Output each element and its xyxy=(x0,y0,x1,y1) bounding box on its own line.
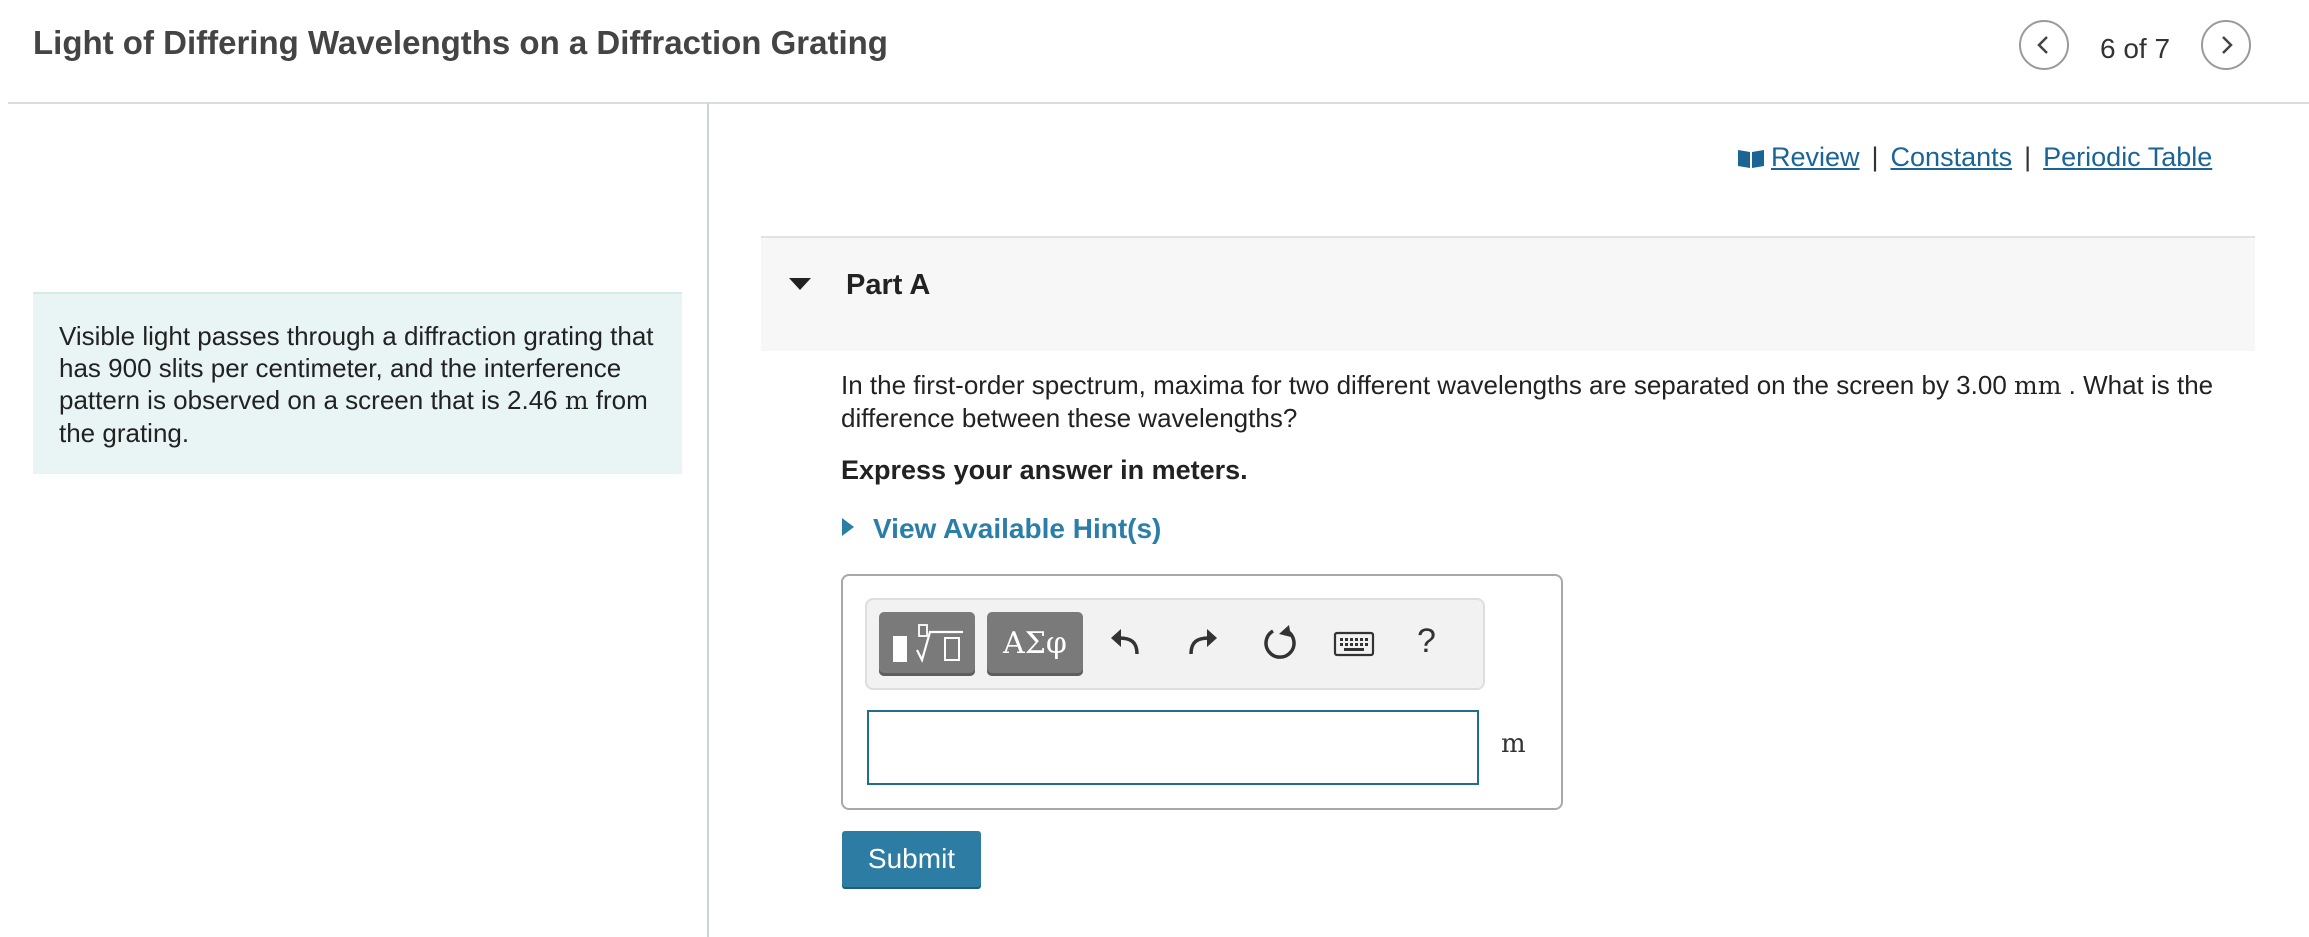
previous-button[interactable] xyxy=(2019,20,2069,70)
intro-text: Visible light passes through a diffracti… xyxy=(59,320,669,449)
periodic-table-link[interactable]: Periodic Table xyxy=(2043,142,2212,172)
pane-divider xyxy=(707,103,709,937)
templates-icon xyxy=(893,624,963,664)
view-hints-link[interactable]: View Available Hint(s) xyxy=(841,513,1161,545)
page-title: Light of Differing Wavelengths on a Diff… xyxy=(33,24,888,61)
constants-link[interactable]: Constants xyxy=(1891,142,2013,172)
header-divider xyxy=(8,102,2309,104)
greek-symbols-button[interactable]: ΑΣφ xyxy=(987,612,1083,676)
answer-input[interactable] xyxy=(867,710,1479,785)
review-link[interactable]: Review xyxy=(1737,142,1860,172)
page: Light of Differing Wavelengths on a Diff… xyxy=(0,0,2309,937)
keyboard-icon[interactable] xyxy=(1333,630,1375,658)
part-label: Part A xyxy=(846,269,931,301)
reset-icon[interactable] xyxy=(1259,622,1299,664)
next-button[interactable] xyxy=(2201,20,2251,70)
question-text-part: In the first-order spectrum, maxima for … xyxy=(841,370,2014,400)
greek-symbols-label: ΑΣφ xyxy=(1003,626,1067,661)
undo-icon[interactable] xyxy=(1107,622,1145,662)
hints-label: View Available Hint(s) xyxy=(873,513,1162,544)
answer-unit: m xyxy=(1501,729,1526,759)
chevron-right-icon xyxy=(2222,36,2233,54)
question-text: In the first-order spectrum, maxima for … xyxy=(841,369,2241,434)
chevron-left-icon xyxy=(2037,36,2048,54)
caret-down-icon[interactable] xyxy=(788,276,812,292)
link-separator: | xyxy=(2024,142,2032,172)
header: Light of Differing Wavelengths on a Diff… xyxy=(0,0,2309,104)
problem-intro: Visible light passes through a diffracti… xyxy=(33,292,682,474)
review-label: Review xyxy=(1771,142,1860,172)
redo-icon[interactable] xyxy=(1183,622,1221,662)
resource-links: Review | Constants | Periodic Table xyxy=(1737,142,2212,173)
submit-button[interactable]: Submit xyxy=(842,831,981,887)
book-icon xyxy=(1738,150,1764,168)
link-separator: | xyxy=(1871,142,1879,172)
math-toolbar: ΑΣφ ? xyxy=(865,598,1485,690)
distance-unit: m xyxy=(564,386,589,415)
part-header[interactable]: Part A xyxy=(761,236,2255,351)
caret-right-icon xyxy=(842,518,854,536)
answer-instruction: Express your answer in meters. xyxy=(841,455,1248,485)
separation-unit: mm xyxy=(2014,371,2062,400)
answer-box: ΑΣφ ? m xyxy=(841,574,1563,810)
templates-button[interactable] xyxy=(879,612,975,676)
item-counter: 6 of 7 xyxy=(2100,33,2171,64)
help-button[interactable]: ? xyxy=(1417,622,1436,661)
